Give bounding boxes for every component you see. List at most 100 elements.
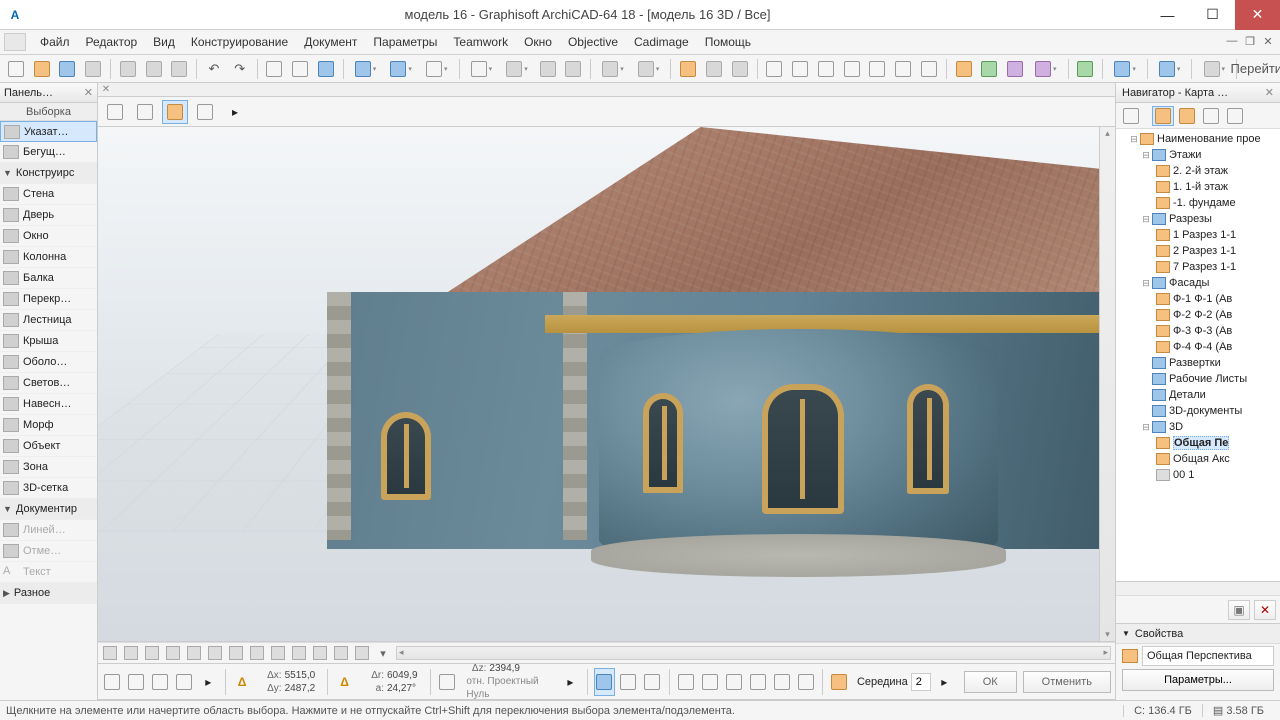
nav-3ddocs[interactable]: 3D-документы xyxy=(1118,403,1278,419)
nav-00-1[interactable]: 00 1 xyxy=(1118,467,1278,483)
save-button[interactable] xyxy=(55,57,79,81)
nav-hscroll[interactable] xyxy=(1116,581,1280,595)
nav-section-7[interactable]: 7 Разрез 1-1 xyxy=(1118,259,1278,275)
filter-button[interactable] xyxy=(1003,57,1027,81)
menu-file[interactable]: Файл xyxy=(32,31,78,53)
cutplane-button[interactable]: ▾ xyxy=(1029,57,1063,81)
sec-btn-2[interactable] xyxy=(132,100,158,124)
nav-floors[interactable]: ⊟Этажи xyxy=(1118,147,1278,163)
tool-roof[interactable]: Крыша xyxy=(0,331,97,352)
vb-11[interactable] xyxy=(310,644,330,662)
vb-10[interactable] xyxy=(289,644,309,662)
nav-bot-delete[interactable]: ✕ xyxy=(1254,600,1276,620)
copy-button[interactable] xyxy=(142,57,166,81)
vb-dd[interactable]: ▾ xyxy=(373,644,393,662)
vb-1[interactable] xyxy=(100,644,120,662)
redo-button[interactable]: ↷ xyxy=(228,57,252,81)
tool-cat-document[interactable]: ▼Документир xyxy=(0,499,97,520)
menu-window[interactable]: Окно xyxy=(516,31,560,53)
tool-window[interactable]: Окно xyxy=(0,226,97,247)
vb-8[interactable] xyxy=(247,644,267,662)
props-name-field[interactable]: Общая Перспектива xyxy=(1142,646,1274,666)
nav-floor-0[interactable]: -1. фундаме xyxy=(1118,195,1278,211)
cb-snap-2[interactable] xyxy=(618,668,639,696)
cb-snap-4[interactable] xyxy=(675,668,696,696)
menu-help[interactable]: Помощь xyxy=(697,31,759,53)
go-button[interactable]: Перейти▾ xyxy=(1242,57,1276,81)
cut-button[interactable] xyxy=(116,57,140,81)
menu-document[interactable]: Документ xyxy=(296,31,365,53)
ok-button[interactable]: ОК xyxy=(964,671,1017,693)
cb-z-dd[interactable]: ▸ xyxy=(560,668,581,696)
show-sel-button[interactable] xyxy=(952,57,976,81)
vb-5[interactable] xyxy=(184,644,204,662)
vb-7[interactable] xyxy=(226,644,246,662)
tool-cat-construct[interactable]: ▼Конструирс xyxy=(0,163,97,184)
elev-ref-button[interactable]: ▾ xyxy=(596,57,630,81)
sec-btn-arrow[interactable]: ▸ xyxy=(222,100,248,124)
inject-button[interactable] xyxy=(288,57,312,81)
edit-move-button[interactable] xyxy=(763,57,787,81)
props-header[interactable]: ▼Свойства xyxy=(1116,624,1280,644)
nav-floor-2[interactable]: 2. 2-й этаж xyxy=(1118,163,1278,179)
mdi-restore[interactable]: ❐ xyxy=(1242,35,1258,49)
viewport-3d[interactable] xyxy=(98,127,1115,642)
tool-object[interactable]: Объект xyxy=(0,436,97,457)
tool-stair[interactable]: Лестница xyxy=(0,310,97,331)
menu-design[interactable]: Конструирование xyxy=(183,31,296,53)
tool-mesh[interactable]: 3D-сетка xyxy=(0,478,97,499)
tool-door[interactable]: Дверь xyxy=(0,205,97,226)
nav-sections[interactable]: ⊟Разрезы xyxy=(1118,211,1278,227)
cb-polar[interactable]: Δ xyxy=(334,668,355,696)
nav-elev-4[interactable]: Ф-4 Ф-4 (Ав xyxy=(1118,339,1278,355)
menu-teamwork[interactable]: Teamwork xyxy=(445,31,516,53)
nav-elevations[interactable]: ⊟Фасады xyxy=(1118,275,1278,291)
tool-arrow[interactable]: Указат… xyxy=(0,121,97,142)
tool-text[interactable]: AТекст xyxy=(0,562,97,583)
cancel-button[interactable]: Отменить xyxy=(1023,671,1111,693)
snap-grid-button[interactable]: ▾ xyxy=(420,57,454,81)
measure-button[interactable] xyxy=(702,57,726,81)
guideline-button[interactable]: ▾ xyxy=(465,57,499,81)
menu-edit[interactable]: Редактор xyxy=(78,31,146,53)
suspend-button[interactable] xyxy=(562,57,586,81)
vb-3[interactable] xyxy=(142,644,162,662)
print-button[interactable] xyxy=(81,57,105,81)
cb-1[interactable] xyxy=(102,668,123,696)
nav-worksheets[interactable]: Рабочие Листы xyxy=(1118,371,1278,387)
sec-btn-4[interactable] xyxy=(192,100,218,124)
open-button[interactable] xyxy=(30,57,54,81)
edit-mirror-button[interactable] xyxy=(814,57,838,81)
vb-13[interactable] xyxy=(352,644,372,662)
nav-bot-save[interactable]: ▣ xyxy=(1228,600,1250,620)
tool-curtain[interactable]: Навесн… xyxy=(0,394,97,415)
edit-multiply-button[interactable] xyxy=(866,57,890,81)
tool-level[interactable]: Отме… xyxy=(0,541,97,562)
tool-beam[interactable]: Балка xyxy=(0,268,97,289)
nav-elev-1[interactable]: Ф-1 Ф-1 (Ав xyxy=(1118,291,1278,307)
navigator-tree[interactable]: ⊟Наименование прое ⊟Этажи 2. 2-й этаж 1.… xyxy=(1116,129,1280,595)
nav-axo[interactable]: Общая Акс xyxy=(1118,451,1278,467)
magic-wand-button[interactable] xyxy=(314,57,338,81)
tool-marquee[interactable]: Бегущ… xyxy=(0,142,97,163)
cb-5[interactable]: ▸ xyxy=(198,668,219,696)
menu-app-icon[interactable] xyxy=(4,33,26,51)
trim-button[interactable] xyxy=(728,57,752,81)
toolbox-header[interactable]: Панель… ✕ xyxy=(0,83,97,103)
close-button[interactable]: ✕ xyxy=(1235,0,1280,30)
paste-button[interactable] xyxy=(167,57,191,81)
undo-button[interactable]: ↶ xyxy=(202,57,226,81)
camera-button[interactable]: ▾ xyxy=(1153,57,1187,81)
menu-cadimage[interactable]: Cadimage xyxy=(626,31,697,53)
edit-elevate-button[interactable] xyxy=(840,57,864,81)
menu-options[interactable]: Параметры xyxy=(365,31,445,53)
maximize-button[interactable]: ☐ xyxy=(1190,0,1235,30)
nav-floor-1[interactable]: 1. 1-й этаж xyxy=(1118,179,1278,195)
nav-section-2[interactable]: 2 Разрез 1-1 xyxy=(1118,243,1278,259)
navigator-header[interactable]: Навигатор - Карта … ✕ xyxy=(1116,83,1280,103)
new-button[interactable] xyxy=(4,57,28,81)
tool-dimension[interactable]: Линей… xyxy=(0,520,97,541)
pick-button[interactable] xyxy=(263,57,287,81)
sec-btn-3[interactable] xyxy=(162,100,188,124)
snap-x-button[interactable]: ▾ xyxy=(349,57,383,81)
